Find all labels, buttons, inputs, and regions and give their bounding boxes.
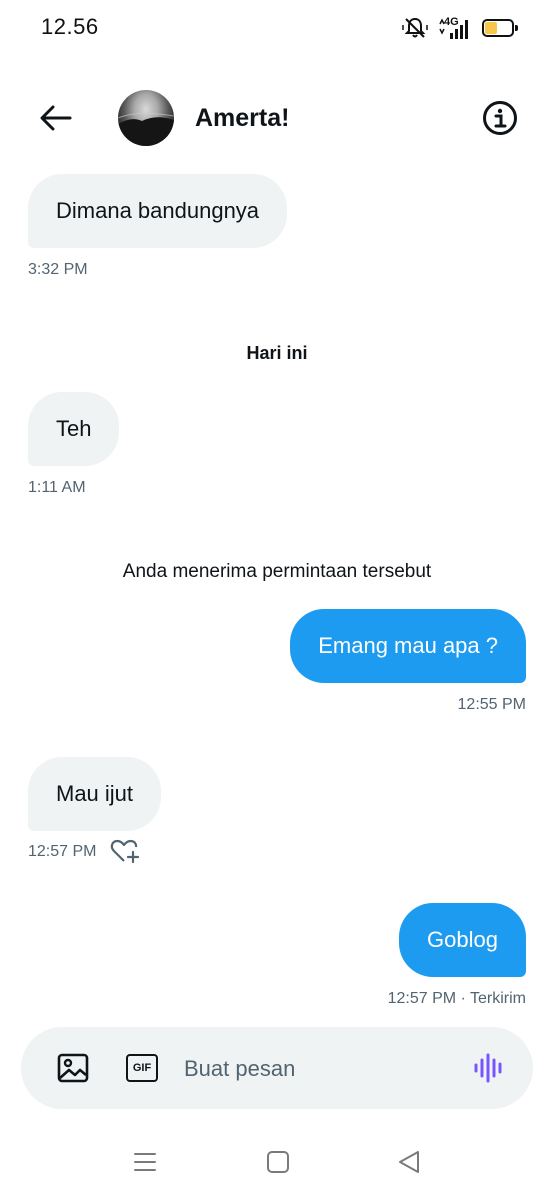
avatar[interactable] (118, 90, 174, 146)
message-timestamp: 12:55 PM (457, 696, 526, 713)
home-icon[interactable] (266, 1150, 290, 1174)
signal-icon: 4G (438, 16, 472, 40)
battery-icon (482, 18, 518, 38)
info-icon (483, 101, 517, 135)
back-triangle-icon[interactable] (396, 1149, 422, 1175)
contact-name[interactable]: Amerta! (195, 104, 289, 133)
message-status: 12:57 PM · Terkirim (387, 990, 526, 1007)
info-button[interactable] (482, 100, 518, 136)
back-button[interactable] (36, 98, 76, 138)
status-icons: 4G (402, 14, 518, 42)
message-bubble-received[interactable]: Teh (28, 392, 120, 466)
message-timestamp: 3:32 PM (28, 261, 88, 278)
voice-waveform-icon[interactable] (473, 1052, 505, 1084)
message-input[interactable]: Buat pesan (184, 1056, 295, 1082)
gif-icon[interactable]: GIF (126, 1054, 158, 1082)
recent-apps-icon[interactable] (132, 1150, 158, 1174)
mute-bell-icon (402, 17, 428, 38)
system-navigation-bar (0, 1130, 554, 1200)
image-icon[interactable] (57, 1052, 89, 1084)
message-timestamp: 1:11 AM (28, 479, 86, 496)
gif-label: GIF (132, 1062, 152, 1074)
day-separator: Hari ini (246, 343, 308, 363)
system-message: Anda menerima permintaan tersebut (122, 561, 432, 582)
message-timestamp: 12:57 PM (28, 843, 97, 860)
status-time: 12.56 (41, 14, 99, 39)
message-bubble-sent[interactable]: Emang mau apa ? (290, 609, 526, 683)
message-bubble-received[interactable]: Dimana bandungnya (28, 174, 288, 248)
conversation-header: Amerta! (0, 84, 554, 152)
arrow-left-icon (40, 105, 72, 131)
message-bubble-sent[interactable]: Goblog (399, 903, 526, 977)
message-composer: GIF Buat pesan (21, 1027, 533, 1109)
status-bar: 12.56 4G (0, 0, 554, 56)
heart-plus-icon[interactable] (110, 838, 140, 864)
message-bubble-received[interactable]: Mau ijut (28, 757, 162, 831)
